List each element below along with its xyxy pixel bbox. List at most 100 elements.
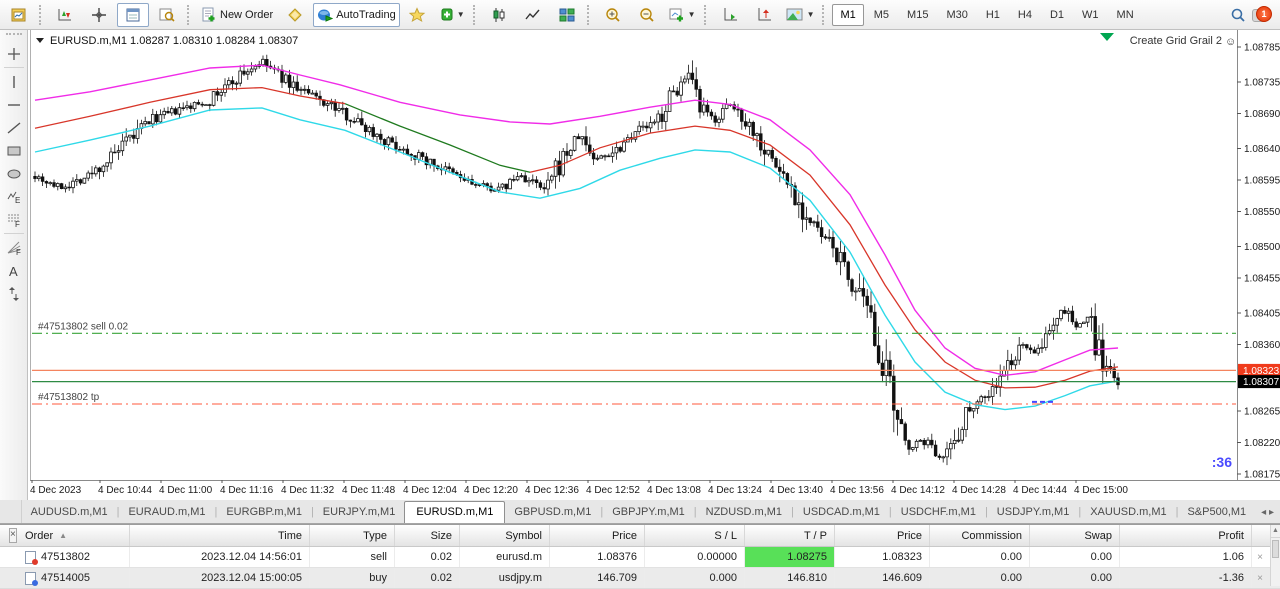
indicators-button[interactable]: ▼ xyxy=(782,3,819,27)
chart-shift-button[interactable] xyxy=(748,3,780,27)
row-gutter-cell xyxy=(0,568,18,588)
cell-type: buy xyxy=(310,568,395,588)
tile-windows-button[interactable] xyxy=(551,3,583,27)
close-order-button[interactable]: × xyxy=(1252,547,1270,567)
symbol-tab-s-p500-m1[interactable]: S&P500,M1 xyxy=(1178,502,1255,523)
symbol-tab-eurusd-m-m1[interactable]: EURUSD.m,M1 xyxy=(404,501,506,523)
dropdown-caret-icon: ▼ xyxy=(806,9,815,19)
fibonacci-fan-tool-button[interactable]: F xyxy=(3,237,25,258)
symbol-tab-euraud-m-m1[interactable]: EURAUD.m,M1 xyxy=(119,502,214,523)
candle-timer: :36 xyxy=(1212,454,1232,470)
candlestick-chart-button[interactable] xyxy=(483,3,515,27)
rectangle-tool-button[interactable] xyxy=(3,140,25,161)
price-axis-label: 1.08220 xyxy=(1244,438,1280,449)
timeframe-button-w1[interactable]: W1 xyxy=(1074,4,1107,26)
fibonacci-fan-icon: F xyxy=(7,241,21,256)
trendline-tool-button[interactable] xyxy=(3,117,25,138)
scroll-up-icon[interactable]: ▲ xyxy=(1271,525,1280,538)
timeframe-button-m30[interactable]: M30 xyxy=(938,4,975,26)
symbol-tab-eurjpy-m-m1[interactable]: EURJPY.m,M1 xyxy=(314,502,405,523)
symbol-tab-audusd-m-m1[interactable]: AUDUSD.m,M1 xyxy=(22,502,117,523)
column-header-swap[interactable]: Swap xyxy=(1030,525,1120,546)
symbol-tab-nzdusd-m-m1[interactable]: NZDUSD.m,M1 xyxy=(697,502,791,523)
time-axis-label: 4 Dec 12:36 xyxy=(525,485,579,496)
yellow-diamond-icon xyxy=(288,7,302,22)
timeframe-button-h4[interactable]: H4 xyxy=(1010,4,1040,26)
auto-scroll-icon xyxy=(724,7,737,20)
price-axis-label: 1.08500 xyxy=(1244,242,1280,253)
zoom-in-button[interactable] xyxy=(597,3,629,27)
ellipse-tool-button[interactable] xyxy=(3,163,25,184)
expert-advisor-button[interactable] xyxy=(279,3,311,27)
terminal-scrollbar[interactable]: ▲ xyxy=(1270,525,1280,586)
symbol-tab-usdcad-m-m1[interactable]: USDCAD.m,M1 xyxy=(794,502,889,523)
column-header-type[interactable]: Type xyxy=(310,525,395,546)
timeframe-button-h1[interactable]: H1 xyxy=(978,4,1008,26)
timeframe-button-d1[interactable]: D1 xyxy=(1042,4,1072,26)
symbol-tab-gbpusd-m-m1[interactable]: GBPUSD.m,M1 xyxy=(505,502,600,523)
auto-scroll-button[interactable] xyxy=(714,3,746,27)
favorites-button[interactable] xyxy=(402,3,434,27)
timeframe-button-m15[interactable]: M15 xyxy=(899,4,936,26)
cell-commission: 0.00 xyxy=(930,547,1030,567)
scrollbar-thumb[interactable] xyxy=(1272,540,1279,558)
arrows-tool-button[interactable] xyxy=(3,283,25,304)
new-chart-button[interactable]: ▼ xyxy=(665,3,700,27)
new-order-label: New Order xyxy=(220,8,274,21)
timeframe-button-m1[interactable]: M1 xyxy=(832,3,864,26)
tick-chart-button[interactable] xyxy=(49,3,81,27)
time-axis-label: 4 Dec 14:28 xyxy=(952,485,1006,496)
horizontal-line-tool-button[interactable] xyxy=(3,94,25,115)
chart-background xyxy=(28,30,1280,500)
column-header-price[interactable]: Price xyxy=(835,525,930,546)
symbol-tab-usdchf-m-m1[interactable]: USDCHF.m,M1 xyxy=(892,502,985,523)
symbol-tab-xauusd-m-m1[interactable]: XAUUSD.m,M1 xyxy=(1081,502,1175,523)
order-dot-icon xyxy=(32,579,38,586)
column-header-profit[interactable]: Profit xyxy=(1120,525,1252,546)
price-axis-label: 1.08175 xyxy=(1244,470,1280,481)
column-header-time[interactable]: Time xyxy=(130,525,310,546)
new-order-button[interactable]: New Order xyxy=(197,3,277,27)
timeframe-button-mn[interactable]: MN xyxy=(1109,4,1142,26)
column-header-open_price[interactable]: Price xyxy=(550,525,645,546)
market-watch-button[interactable] xyxy=(117,2,149,27)
autotrading-button[interactable]: AutoTrading xyxy=(313,2,400,27)
column-header-size[interactable]: Size xyxy=(395,525,460,546)
text-tool-button[interactable]: A xyxy=(3,260,25,281)
cell-symbol: usdjpy.m xyxy=(460,568,550,588)
chart-svg[interactable]: #47513802 sell 0.02 #47513802 tp 1.08785 1.… xyxy=(28,30,1280,500)
symbol-tab-usdjpy-m-m1[interactable]: USDJPY.m,M1 xyxy=(988,502,1079,523)
order-row-47513802[interactable]: 47513802 2023.12.04 14:56:01 sell 0.02 eurus… xyxy=(0,547,1280,568)
fibonacci-retracement-icon: F xyxy=(7,214,20,228)
column-header-commission[interactable]: Commission xyxy=(930,525,1030,546)
arrows-tool-icon xyxy=(8,286,19,301)
symbol-tabs-bar: AUDUSD.m,M1 | EURAUD.m,M1 | EURGBP.m,M1 | EURJ… xyxy=(0,500,1280,524)
toolbar-grip xyxy=(703,4,710,25)
column-header-sl[interactable]: S / L xyxy=(645,525,745,546)
charts-window-button[interactable] xyxy=(3,3,35,27)
search-icon[interactable] xyxy=(1230,7,1246,23)
vertical-line-tool-button[interactable] xyxy=(3,71,25,92)
symbol-tab-gbpjpy-m-m1[interactable]: GBPJPY.m,M1 xyxy=(603,502,694,523)
price-axis-label: 1.08690 xyxy=(1244,109,1280,120)
close-order-button[interactable]: × xyxy=(1252,568,1270,588)
symbol-tab-eurgbp-m-m1[interactable]: EURGBP.m,M1 xyxy=(217,502,311,523)
column-header-order[interactable]: Order ▲ xyxy=(18,525,130,546)
fibonacci-retracement-tool-button[interactable]: F xyxy=(3,209,25,230)
notifications-button[interactable]: 1 xyxy=(1252,5,1272,24)
column-header-tp[interactable]: T / P xyxy=(745,525,835,546)
column-header-symbol[interactable]: Symbol xyxy=(460,525,550,546)
elliott-wave-icon: E xyxy=(7,191,20,205)
tab-scroll-arrows[interactable]: ◂ ▸ xyxy=(1255,507,1280,523)
crosshair-tool-button[interactable] xyxy=(3,43,25,64)
terminal-close-button[interactable]: × xyxy=(9,528,17,543)
crosshair-button[interactable] xyxy=(83,3,115,27)
timeframe-button-m5[interactable]: M5 xyxy=(866,4,897,26)
line-chart-button[interactable] xyxy=(517,3,549,27)
zoom-out-button[interactable] xyxy=(631,3,663,27)
add-symbol-button[interactable]: ▼ xyxy=(436,3,469,27)
time-axis-label: 4 Dec 14:12 xyxy=(891,485,945,496)
cell-time: 2023.12.04 15:00:05 xyxy=(130,568,310,588)
elliott-wave-tool-button[interactable]: E xyxy=(3,186,25,207)
data-window-button[interactable] xyxy=(151,3,183,27)
